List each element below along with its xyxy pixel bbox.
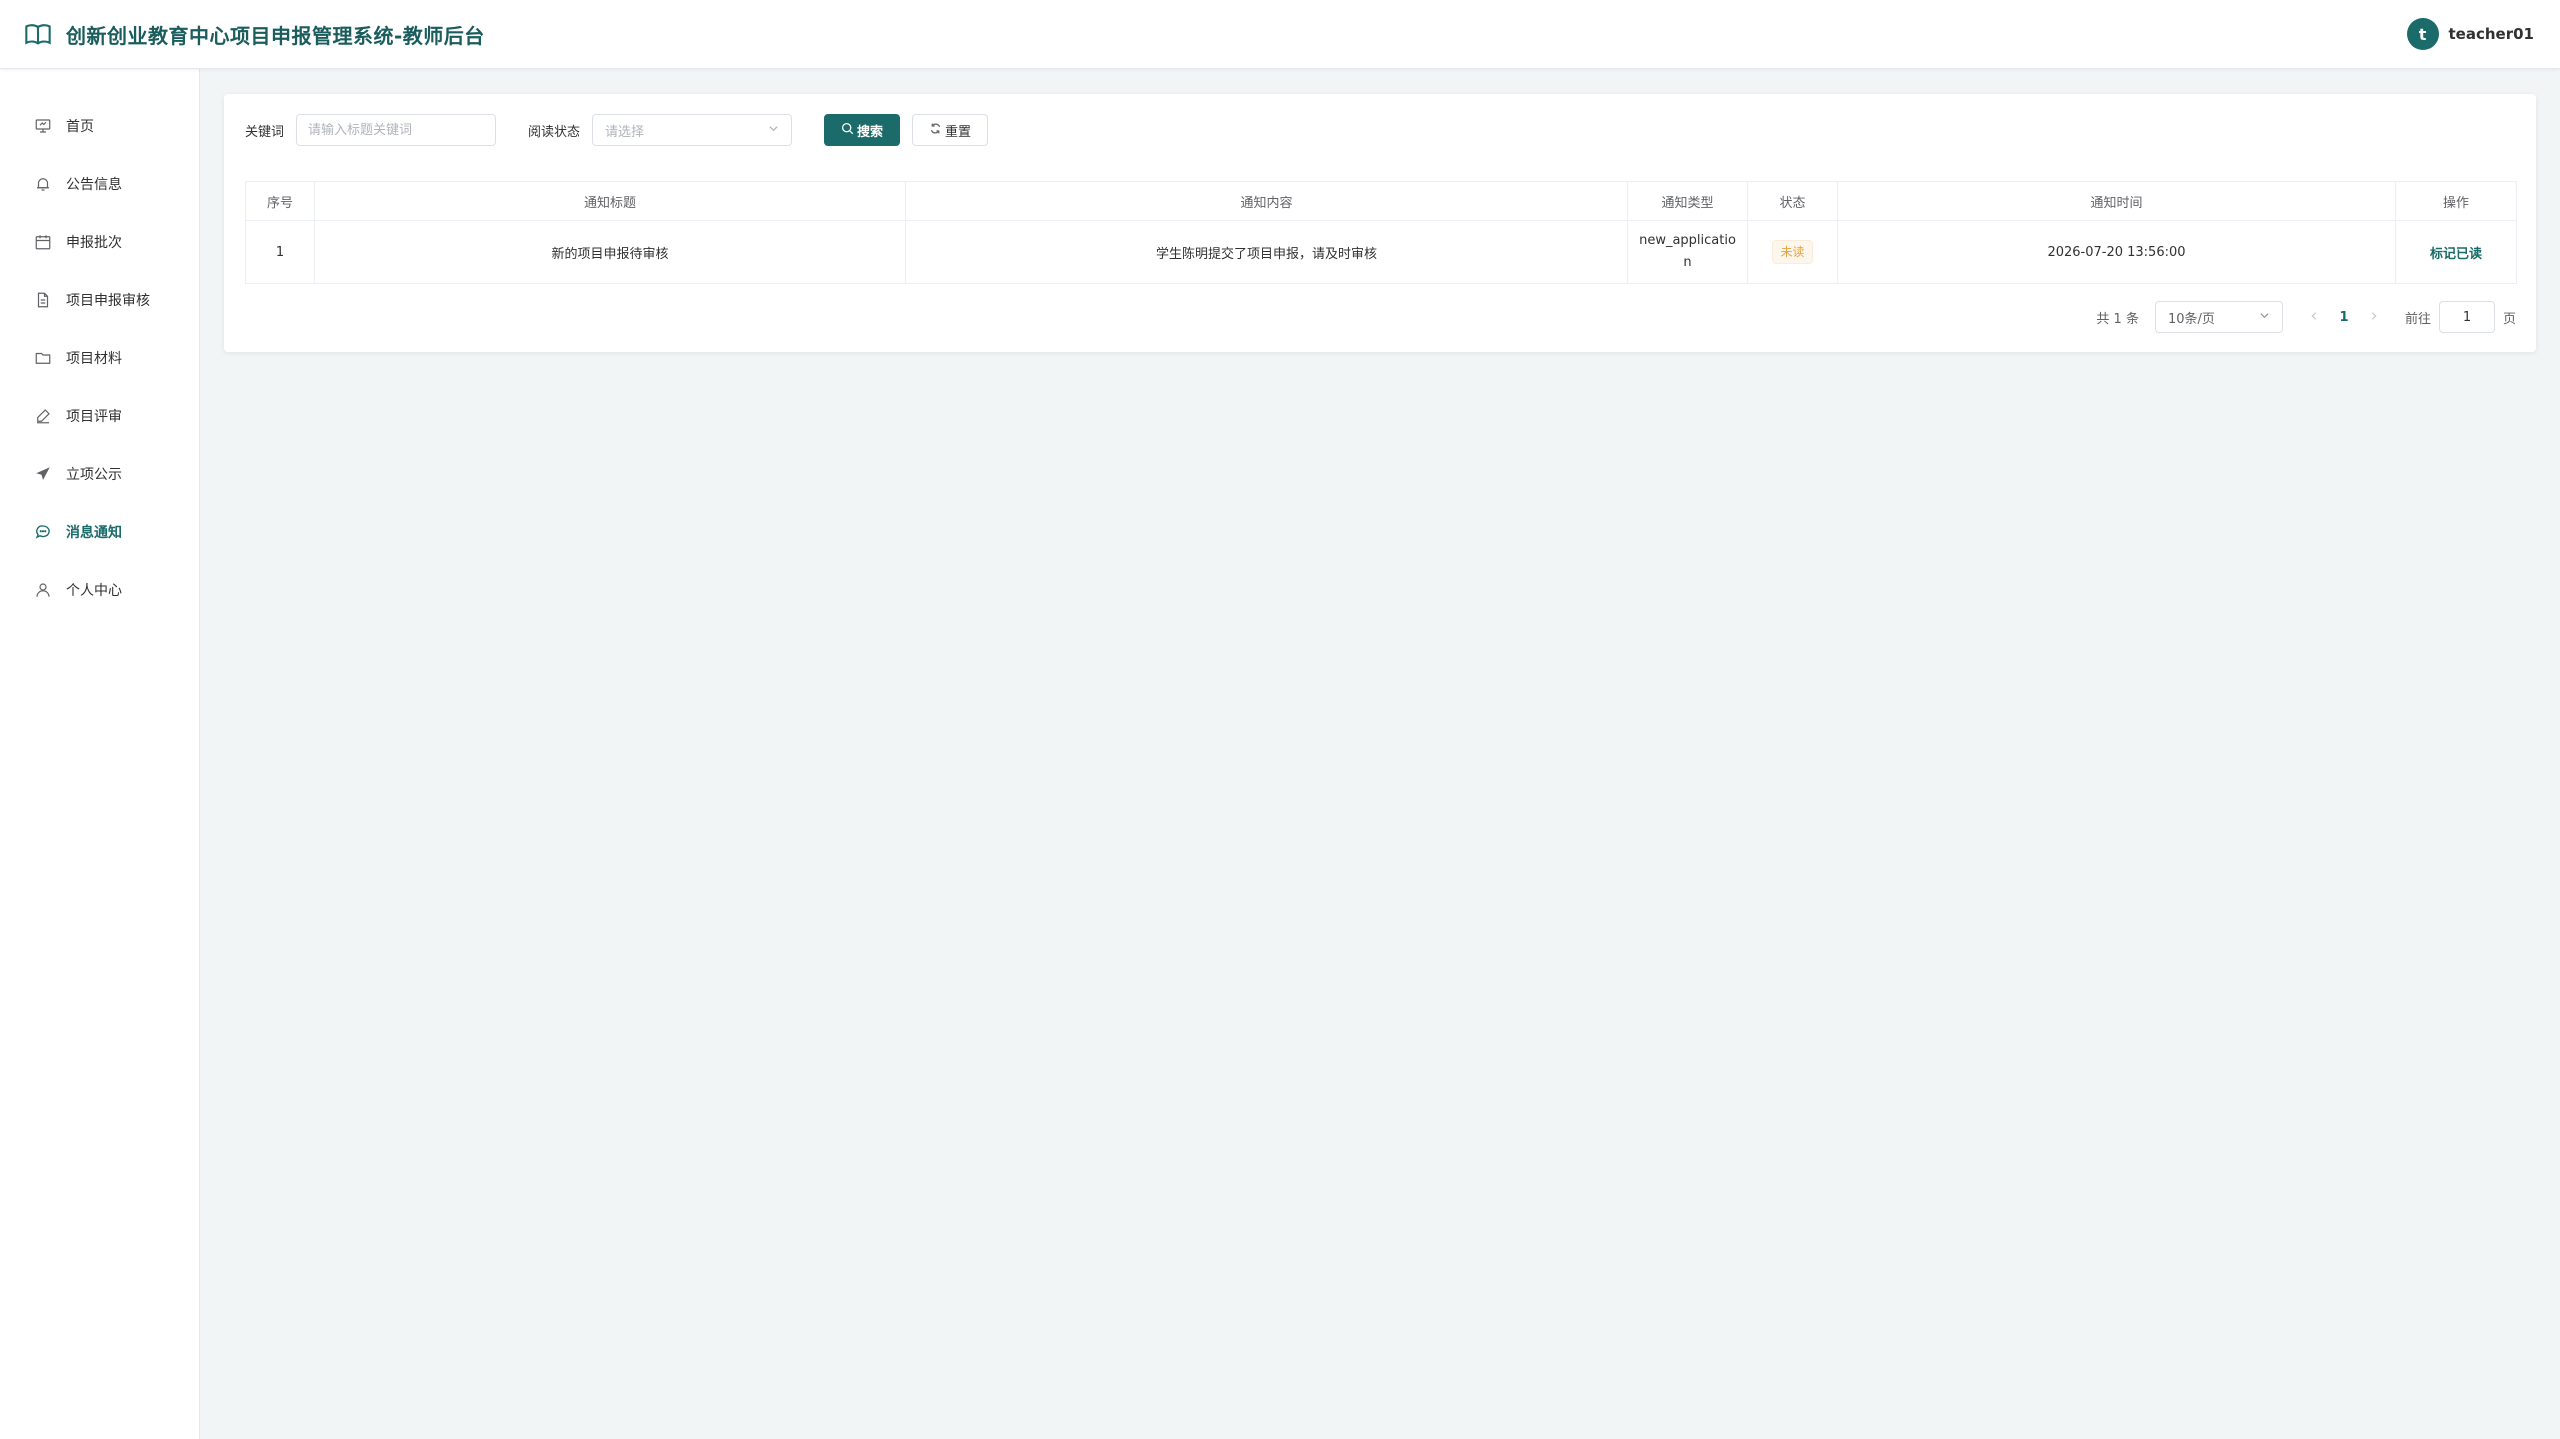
goto-page-input[interactable] — [2438, 301, 2495, 333]
pagination-total: 共 1 条 — [2096, 311, 2139, 327]
chevron-down-icon — [2259, 310, 2270, 325]
chevron-down-icon — [768, 123, 779, 138]
sidebar-item-label: 个人中心 — [66, 583, 122, 599]
sidebar-item-label: 消息通知 — [66, 525, 122, 541]
search-icon — [841, 122, 854, 139]
read-status-placeholder: 请选择 — [605, 124, 645, 140]
cell-index: 1 — [245, 220, 315, 284]
reset-button[interactable]: 重置 — [912, 114, 989, 146]
sidebar-item-materials[interactable]: 项目材料 — [0, 329, 199, 387]
refresh-icon — [929, 122, 942, 139]
page-size-select[interactable]: 10条/页 — [2154, 301, 2283, 333]
sidebar-item-label: 立项公示 — [66, 467, 122, 483]
sidebar-item-notifications[interactable]: 消息通知 — [0, 503, 199, 561]
keyword-input[interactable] — [296, 114, 497, 146]
home-icon — [34, 117, 52, 135]
bell-icon — [34, 175, 52, 193]
page-size-value: 10条/页 — [2167, 311, 2215, 327]
sidebar-item-label: 首页 — [66, 119, 94, 135]
cell-content: 学生陈明提交了项目申报，请及时审核 — [905, 220, 1628, 284]
sidebar: 首页 公告信息 申报批次 项目申报审核 项目材料 项目评审 立项公示 消息通知 … — [0, 69, 200, 1439]
column-header-time: 通知时间 — [1837, 181, 2396, 221]
calendar-icon — [34, 233, 52, 251]
column-header-index: 序号 — [245, 181, 315, 221]
read-status-select[interactable]: 请选择 — [592, 114, 793, 146]
page-suffix: 页 — [2502, 311, 2516, 327]
search-button-label: 搜索 — [857, 124, 884, 140]
next-page-button[interactable] — [2359, 310, 2389, 325]
username[interactable]: teacher01 — [2449, 25, 2534, 43]
cell-title: 新的项目申报待审核 — [314, 220, 906, 284]
read-status-label: 阅读状态 — [528, 124, 581, 140]
user-menu[interactable]: t teacher01 — [2406, 18, 2534, 50]
sidebar-item-label: 项目申报审核 — [66, 293, 150, 309]
page-number[interactable]: 1 — [2329, 310, 2359, 325]
document-icon — [34, 291, 52, 309]
sidebar-item-home[interactable]: 首页 — [0, 97, 199, 155]
keyword-label: 关键词 — [245, 124, 285, 140]
sidebar-item-label: 公告信息 — [66, 177, 122, 193]
goto-label: 前往 — [2404, 311, 2431, 327]
column-header-content: 通知内容 — [905, 181, 1628, 221]
sidebar-item-project-evaluation[interactable]: 项目评审 — [0, 387, 199, 445]
chevron-left-icon — [2311, 311, 2317, 320]
cell-action: 标记已读 — [2395, 220, 2517, 284]
sidebar-item-label: 项目材料 — [66, 351, 122, 367]
column-header-status: 状态 — [1747, 181, 1838, 221]
sidebar-item-label: 申报批次 — [66, 235, 122, 251]
sidebar-item-label: 项目评审 — [66, 409, 122, 425]
sidebar-item-announcements[interactable]: 公告信息 — [0, 155, 199, 213]
pagination: 共 1 条 10条/页 1 前往 页 — [245, 301, 2516, 333]
column-header-type: 通知类型 — [1627, 181, 1748, 221]
table-header-row: 序号 通知标题 通知内容 通知类型 状态 通知时间 操作 — [245, 181, 2517, 221]
column-header-action: 操作 — [2395, 181, 2517, 221]
chat-icon — [34, 523, 52, 541]
column-header-title: 通知标题 — [314, 181, 906, 221]
status-badge: 未读 — [1772, 240, 1813, 264]
app-title: 创新创业教育中心项目申报管理系统-教师后台 — [66, 23, 485, 48]
cell-time: 2026-07-20 13:56:00 — [1837, 220, 2396, 284]
search-button[interactable]: 搜索 — [824, 114, 901, 146]
cell-status: 未读 — [1747, 220, 1838, 284]
edit-pen-icon — [34, 407, 52, 425]
folder-icon — [34, 349, 52, 367]
sidebar-item-batches[interactable]: 申报批次 — [0, 213, 199, 271]
mark-read-link[interactable]: 标记已读 — [2430, 247, 2482, 262]
send-icon — [34, 465, 52, 483]
brand: 创新创业教育中心项目申报管理系统-教师后台 — [24, 20, 485, 49]
user-icon — [34, 581, 52, 599]
open-book-icon — [24, 20, 52, 48]
chevron-right-icon — [2371, 311, 2377, 320]
notifications-table: 序号 通知标题 通知内容 通知类型 状态 通知时间 操作 1 新的项目申报待审核… — [245, 181, 2517, 284]
top-header: 创新创业教育中心项目申报管理系统-教师后台 t teacher01 — [0, 0, 2560, 69]
notifications-card: 关键词 阅读状态 请选择 搜索 重置 序号 — [224, 94, 2536, 352]
sidebar-item-profile[interactable]: 个人中心 — [0, 561, 199, 619]
avatar[interactable]: t — [2406, 18, 2439, 50]
reset-button-label: 重置 — [945, 124, 972, 140]
prev-page-button[interactable] — [2299, 310, 2329, 325]
filter-bar: 关键词 阅读状态 请选择 搜索 重置 — [245, 114, 2516, 146]
cell-type: new_application — [1627, 220, 1748, 284]
sidebar-item-publicity[interactable]: 立项公示 — [0, 445, 199, 503]
table-row: 1 新的项目申报待审核 学生陈明提交了项目申报，请及时审核 new_applic… — [245, 220, 2517, 284]
sidebar-item-application-review[interactable]: 项目申报审核 — [0, 271, 199, 329]
